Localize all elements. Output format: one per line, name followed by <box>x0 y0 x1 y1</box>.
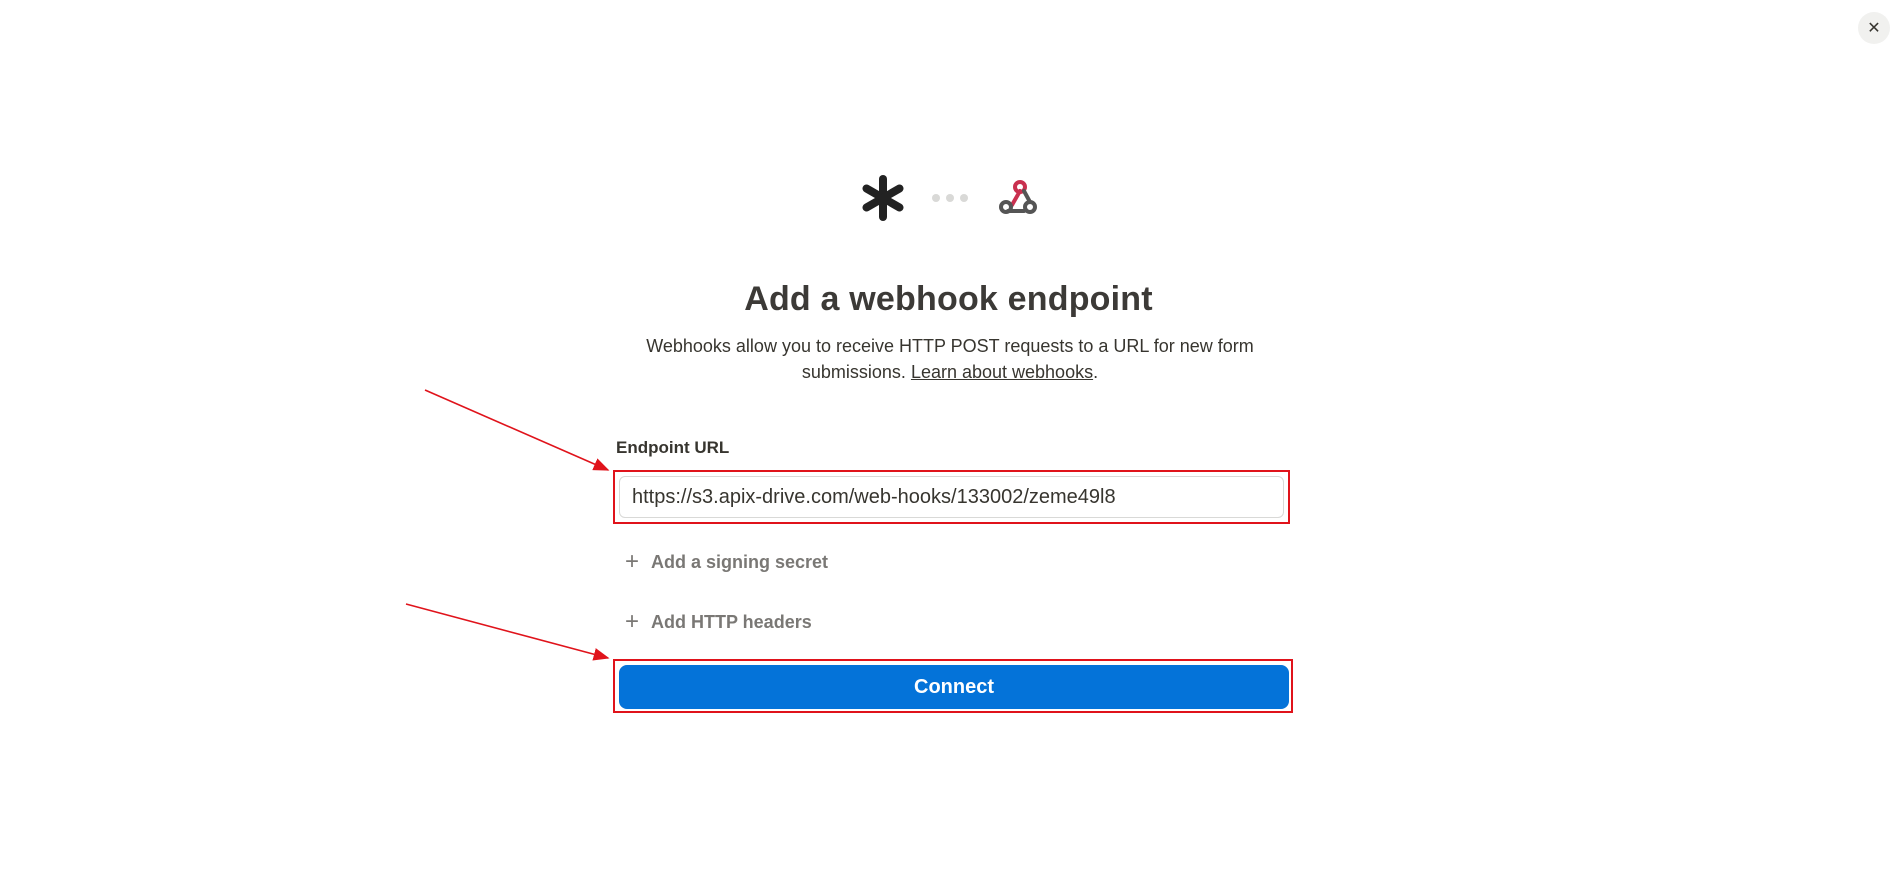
learn-about-webhooks-link[interactable]: Learn about webhooks <box>911 362 1093 382</box>
close-button[interactable]: ✕ <box>1858 12 1890 44</box>
add-signing-secret-label: Add a signing secret <box>651 551 829 572</box>
annotation-arrow <box>424 389 610 471</box>
annotation-arrows <box>405 389 610 661</box>
connect-highlight: Connect <box>613 659 1293 713</box>
add-http-headers-button[interactable]: + Add HTTP headers <box>625 608 812 636</box>
asterisk-icon <box>862 175 904 221</box>
integration-logos <box>860 170 1040 226</box>
page-description: Webhooks allow you to receive HTTP POST … <box>646 336 1254 382</box>
endpoint-url-highlight <box>613 470 1290 524</box>
add-signing-secret-button[interactable]: + Add a signing secret <box>625 548 828 576</box>
plus-icon: + <box>625 608 640 635</box>
connector-dots <box>932 194 968 202</box>
connect-button[interactable]: Connect <box>619 665 1289 709</box>
close-icon: ✕ <box>1867 20 1881 37</box>
plus-icon: + <box>625 548 640 575</box>
add-http-headers-label: Add HTTP headers <box>651 611 812 632</box>
page-title: Add a webhook endpoint <box>744 280 1153 318</box>
webhook-icon <box>999 180 1037 214</box>
endpoint-url-input[interactable] <box>619 476 1284 518</box>
endpoint-url-label: Endpoint URL <box>616 438 730 457</box>
annotation-arrow <box>405 603 610 661</box>
